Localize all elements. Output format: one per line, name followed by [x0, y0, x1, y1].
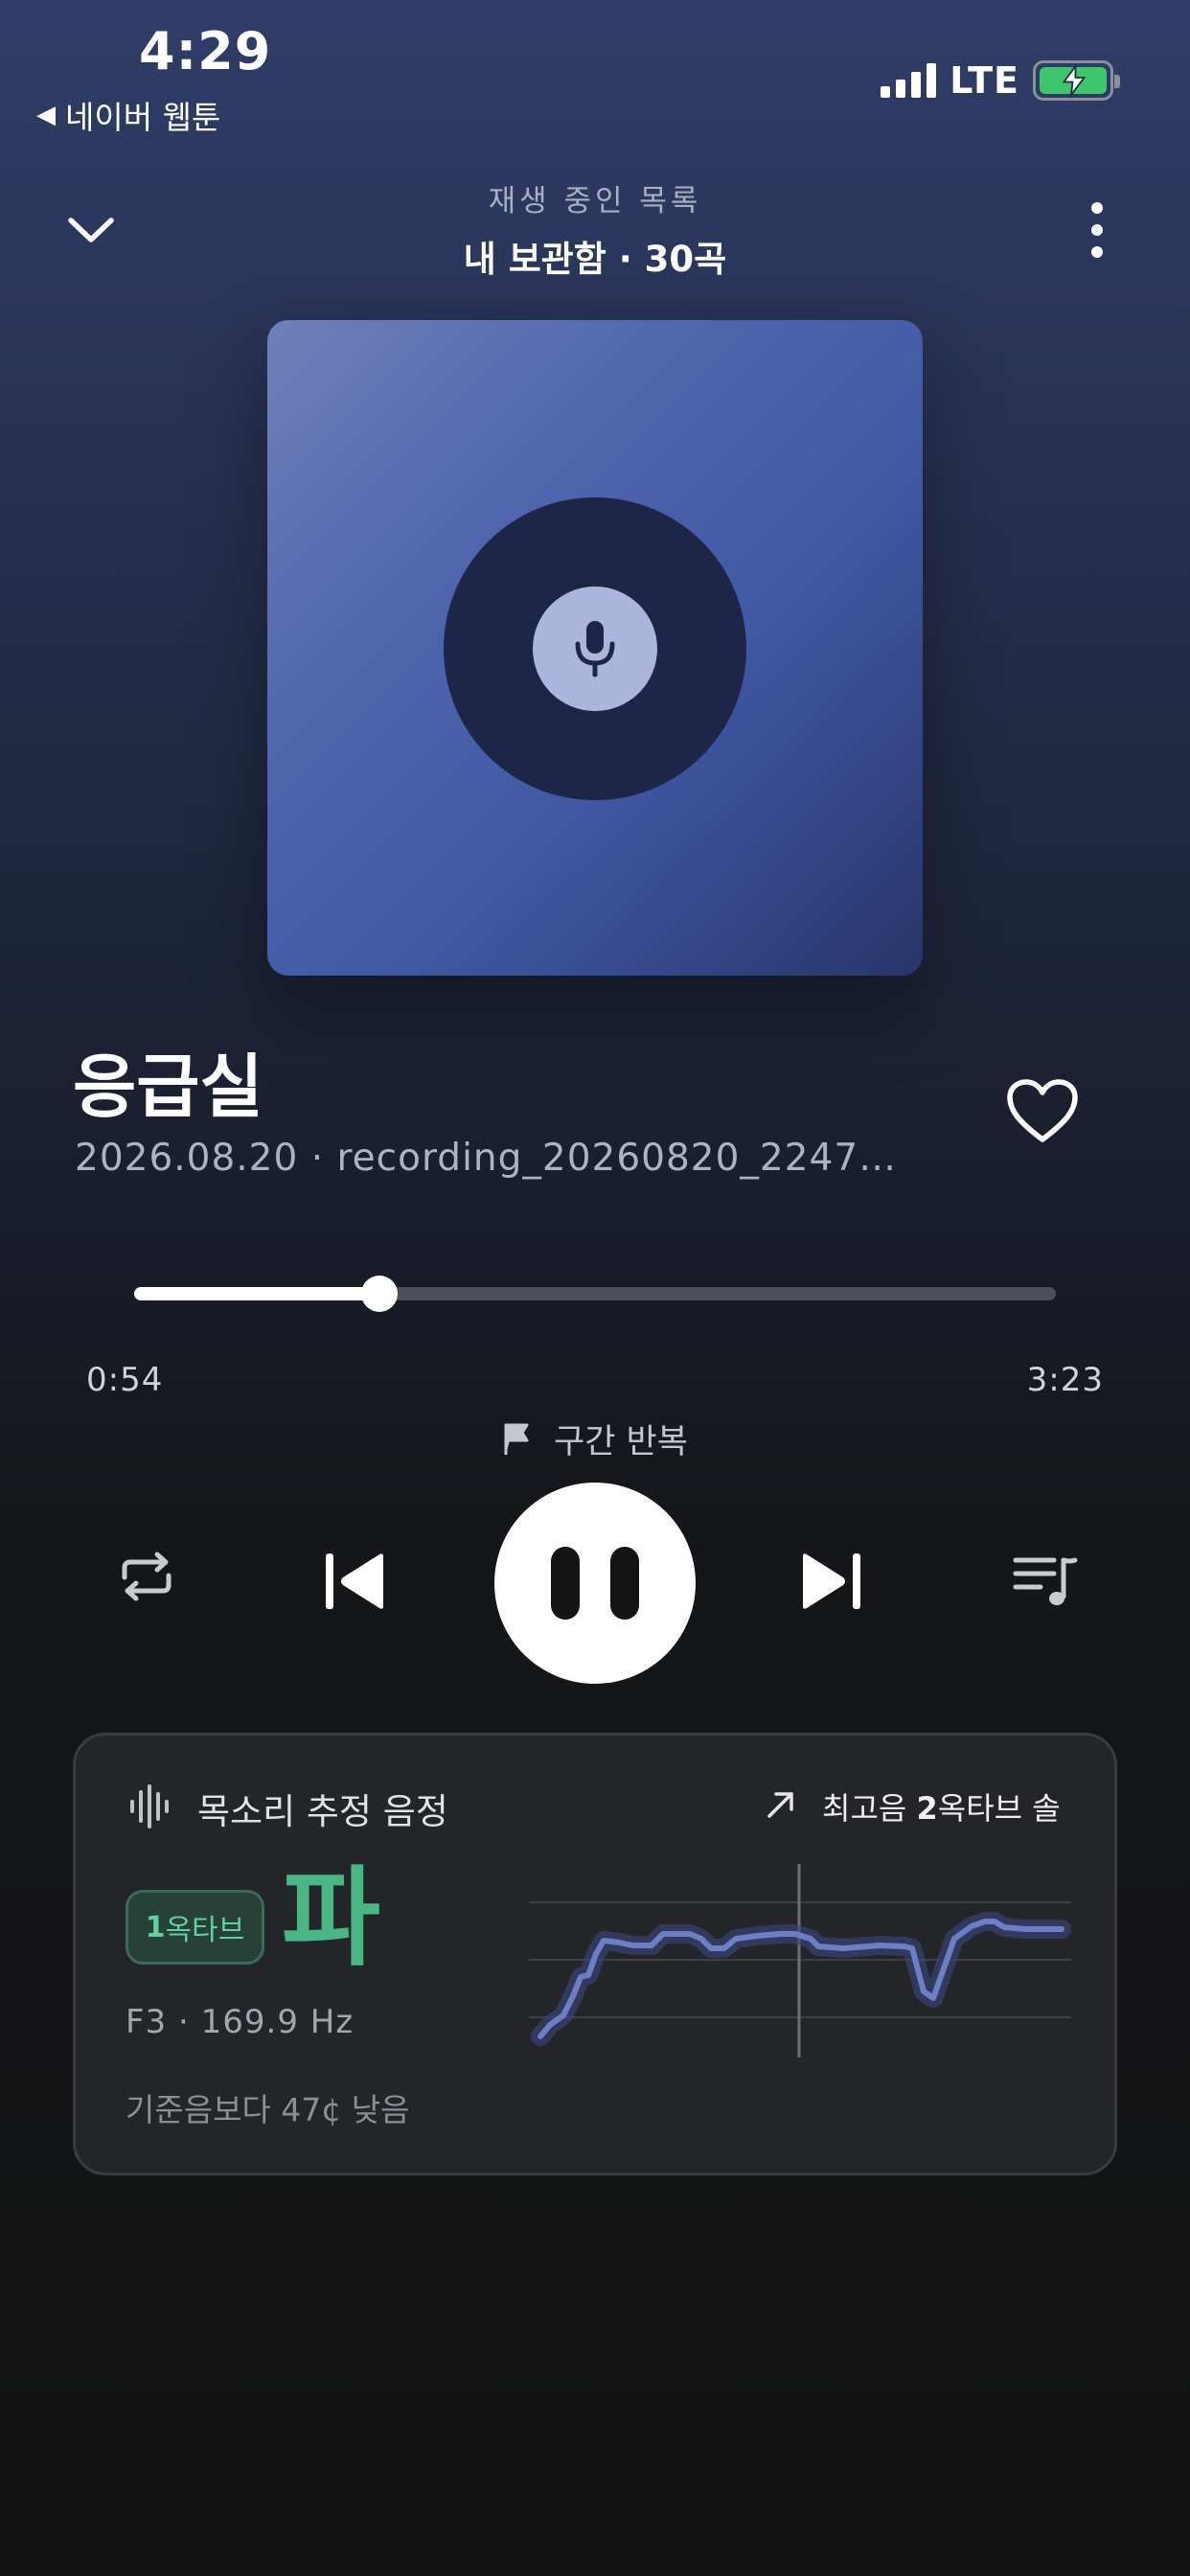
highest-note-prefix: 최고음: [822, 1790, 917, 1827]
voice-pitch-title: 목소리 추정 음정: [197, 1791, 448, 1832]
skip-next-icon: [803, 1553, 860, 1609]
pause-icon-bar: [610, 1547, 639, 1620]
previous-track-button[interactable]: [318, 1548, 395, 1615]
back-triangle-icon: ◀: [36, 101, 56, 129]
microphone-icon: [575, 621, 615, 678]
highest-note-label: 최고음 2옥타브 솔: [822, 1784, 1061, 1828]
pitch-info: F3 · 169.9 Hz: [126, 2003, 355, 2041]
repeat-icon: [122, 1552, 172, 1601]
seek-bar-fill: [134, 1287, 379, 1300]
ab-repeat-button[interactable]: 구간 반복: [0, 1414, 1190, 1463]
current-note: 파: [282, 1856, 381, 1981]
skip-previous-icon: [326, 1553, 383, 1609]
back-to-app-link[interactable]: ◀ 네이버 웹툰: [36, 92, 220, 138]
repeat-button[interactable]: [113, 1543, 180, 1610]
highest-note-octave: 2: [916, 1790, 938, 1827]
pause-icon-bar: [551, 1547, 580, 1620]
battery-icon: [1033, 60, 1120, 101]
queue-button[interactable]: [1012, 1552, 1081, 1610]
heart-icon: [1007, 1079, 1078, 1142]
like-button[interactable]: [1006, 1078, 1079, 1145]
network-type: LTE: [950, 59, 1019, 102]
seek-bar-thumb[interactable]: [360, 1276, 398, 1312]
ab-repeat-label: 구간 반복: [554, 1423, 688, 1461]
playlist-title[interactable]: 내 보관함 · 30곡: [0, 230, 1190, 282]
total-time: 3:23: [1026, 1361, 1104, 1399]
waveform-icon: [128, 1784, 171, 1828]
note-name: F3: [126, 2003, 168, 2041]
play-pause-button[interactable]: [494, 1483, 696, 1684]
more-options-button[interactable]: [1073, 196, 1121, 264]
elapsed-time: 0:54: [86, 1361, 164, 1399]
back-app-label: 네이버 웹툰: [65, 99, 221, 136]
status-time: 4:29: [139, 21, 272, 81]
next-track-button[interactable]: [797, 1548, 874, 1615]
flag-icon: [504, 1423, 529, 1455]
album-mic-badge: [533, 586, 657, 711]
cellular-signal-icon: [881, 63, 937, 98]
arrow-up-right-icon: [765, 1788, 797, 1821]
octave-badge-text: 옥타브: [165, 1914, 245, 1947]
playlist-subtitle: 재생 중인 목록: [488, 184, 702, 218]
octave-badge-number: 1: [145, 1910, 166, 1944]
pitch-reference: 기준음보다 47¢ 낮음: [126, 2091, 410, 2128]
track-title: 응급실: [73, 1046, 263, 1127]
status-indicators: LTE: [881, 59, 1120, 102]
queue-music-icon: [1013, 1557, 1078, 1605]
highest-note-suffix: 옥타브 솔: [937, 1790, 1061, 1827]
octave-badge: 1 옥타브: [126, 1890, 264, 1965]
track-meta: 2026.08.20 · recording_20260820_2247…: [75, 1137, 898, 1180]
frequency: 169.9 Hz: [200, 2003, 355, 2041]
pitch-graph: [527, 1862, 1073, 2059]
